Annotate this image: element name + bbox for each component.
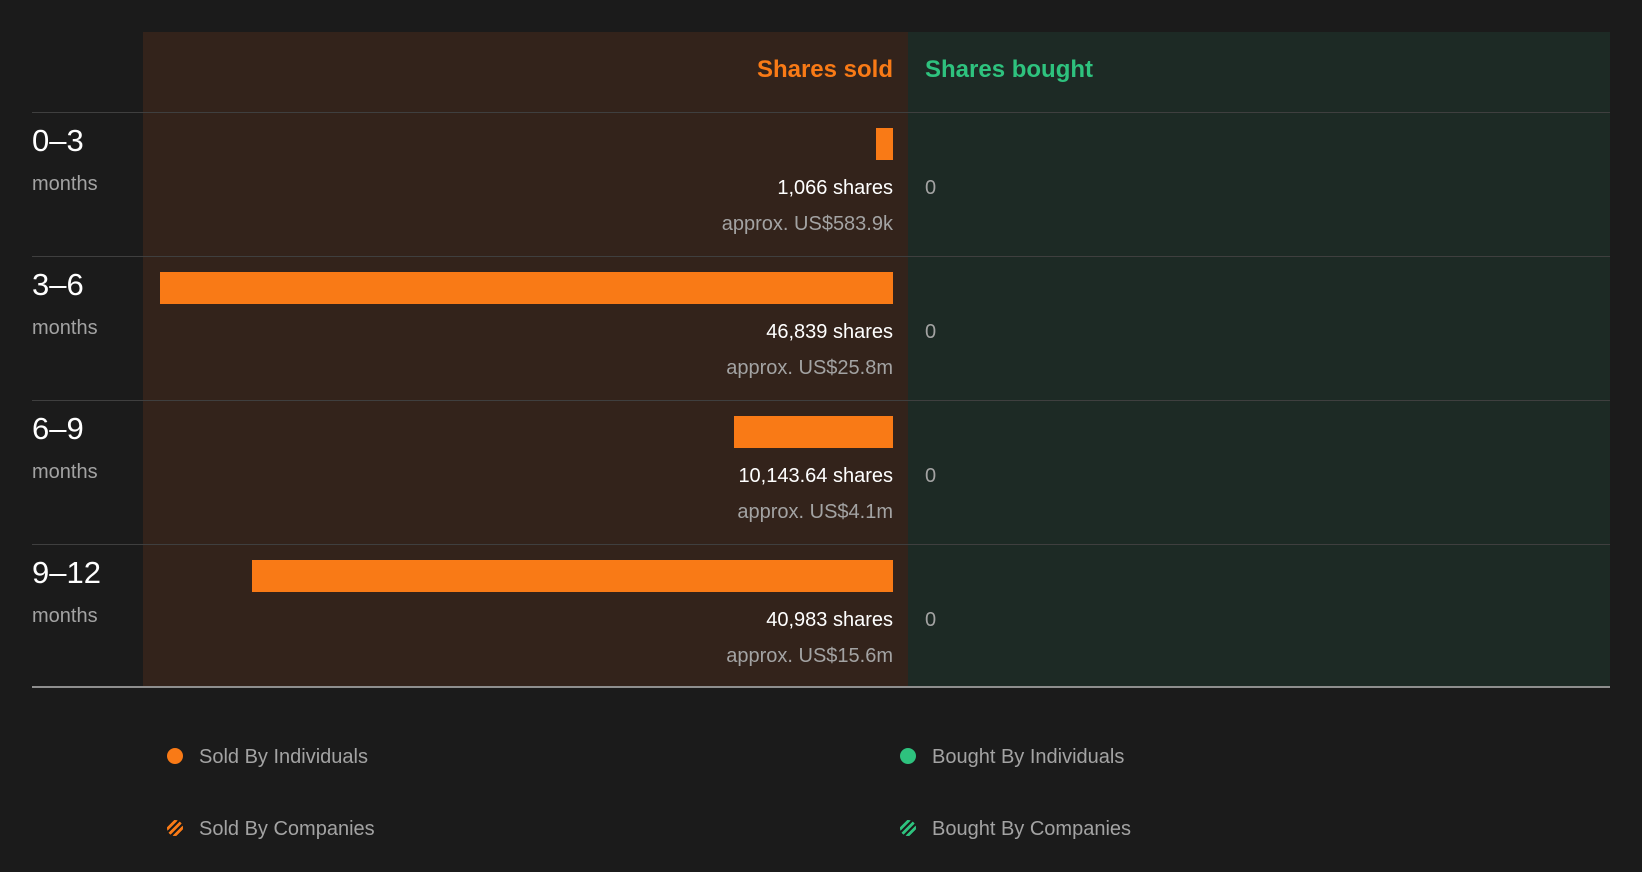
legend-item: Sold By Companies	[167, 814, 375, 844]
legend-marker	[167, 747, 183, 764]
shares-sold-count: 40,983 shares	[766, 609, 893, 631]
shares-sold-bar	[160, 272, 893, 304]
shares-sold-count: 46,839 shares	[766, 321, 893, 343]
period-label: 3–6	[32, 267, 84, 302]
legend-marker	[167, 819, 183, 836]
period-unit: months	[32, 173, 98, 195]
period-unit: months	[32, 605, 98, 627]
legend-label: Bought By Individuals	[932, 746, 1125, 768]
legend-label: Sold By Companies	[199, 818, 375, 840]
shares-bought-count: 0	[925, 321, 937, 343]
period-row: 9–12 months 40,983 shares approx. US$15.…	[0, 545, 1642, 689]
shares-sold-bar	[251, 560, 893, 592]
legend-marker	[900, 747, 916, 764]
period-row: 0–3 months 1,066 shares approx. US$583.9…	[0, 113, 1642, 257]
period-row: 6–9 months 10,143.64 shares approx. US$4…	[0, 401, 1642, 545]
period-row: 3–6 months 46,839 shares approx. US$25.8…	[0, 257, 1642, 401]
shares-bought-count: 0	[925, 609, 937, 631]
shares-sold-count: 1,066 shares	[777, 177, 893, 199]
period-label: 9–12	[32, 555, 101, 590]
legend-label: Sold By Individuals	[199, 746, 368, 768]
legend-item: Bought By Individuals	[900, 742, 1124, 772]
period-unit: months	[32, 317, 98, 339]
legend-label: Bought By Companies	[932, 818, 1132, 840]
legend-marker	[900, 819, 916, 836]
legend-item: Sold By Individuals	[167, 742, 368, 772]
shares-sold-count: 10,143.64 shares	[738, 465, 893, 487]
shares-sold-bar	[734, 416, 893, 448]
shares-sold-value: approx. US$15.6m	[726, 645, 893, 667]
shares-sold-header: Shares sold	[756, 56, 893, 83]
period-label: 0–3	[32, 123, 84, 158]
shares-sold-bar	[876, 128, 893, 160]
shares-bought-header: Shares bought	[925, 56, 1094, 83]
shares-bought-count: 0	[925, 465, 937, 487]
shares-sold-value: approx. US$25.8m	[726, 357, 893, 379]
legend-item: Bought By Companies	[900, 814, 1131, 844]
shares-sold-value: approx. US$583.9k	[721, 213, 893, 235]
shares-bought-count: 0	[925, 177, 937, 199]
period-label: 6–9	[32, 411, 84, 446]
period-unit: months	[32, 461, 98, 483]
shares-sold-value: approx. US$4.1m	[737, 501, 893, 523]
